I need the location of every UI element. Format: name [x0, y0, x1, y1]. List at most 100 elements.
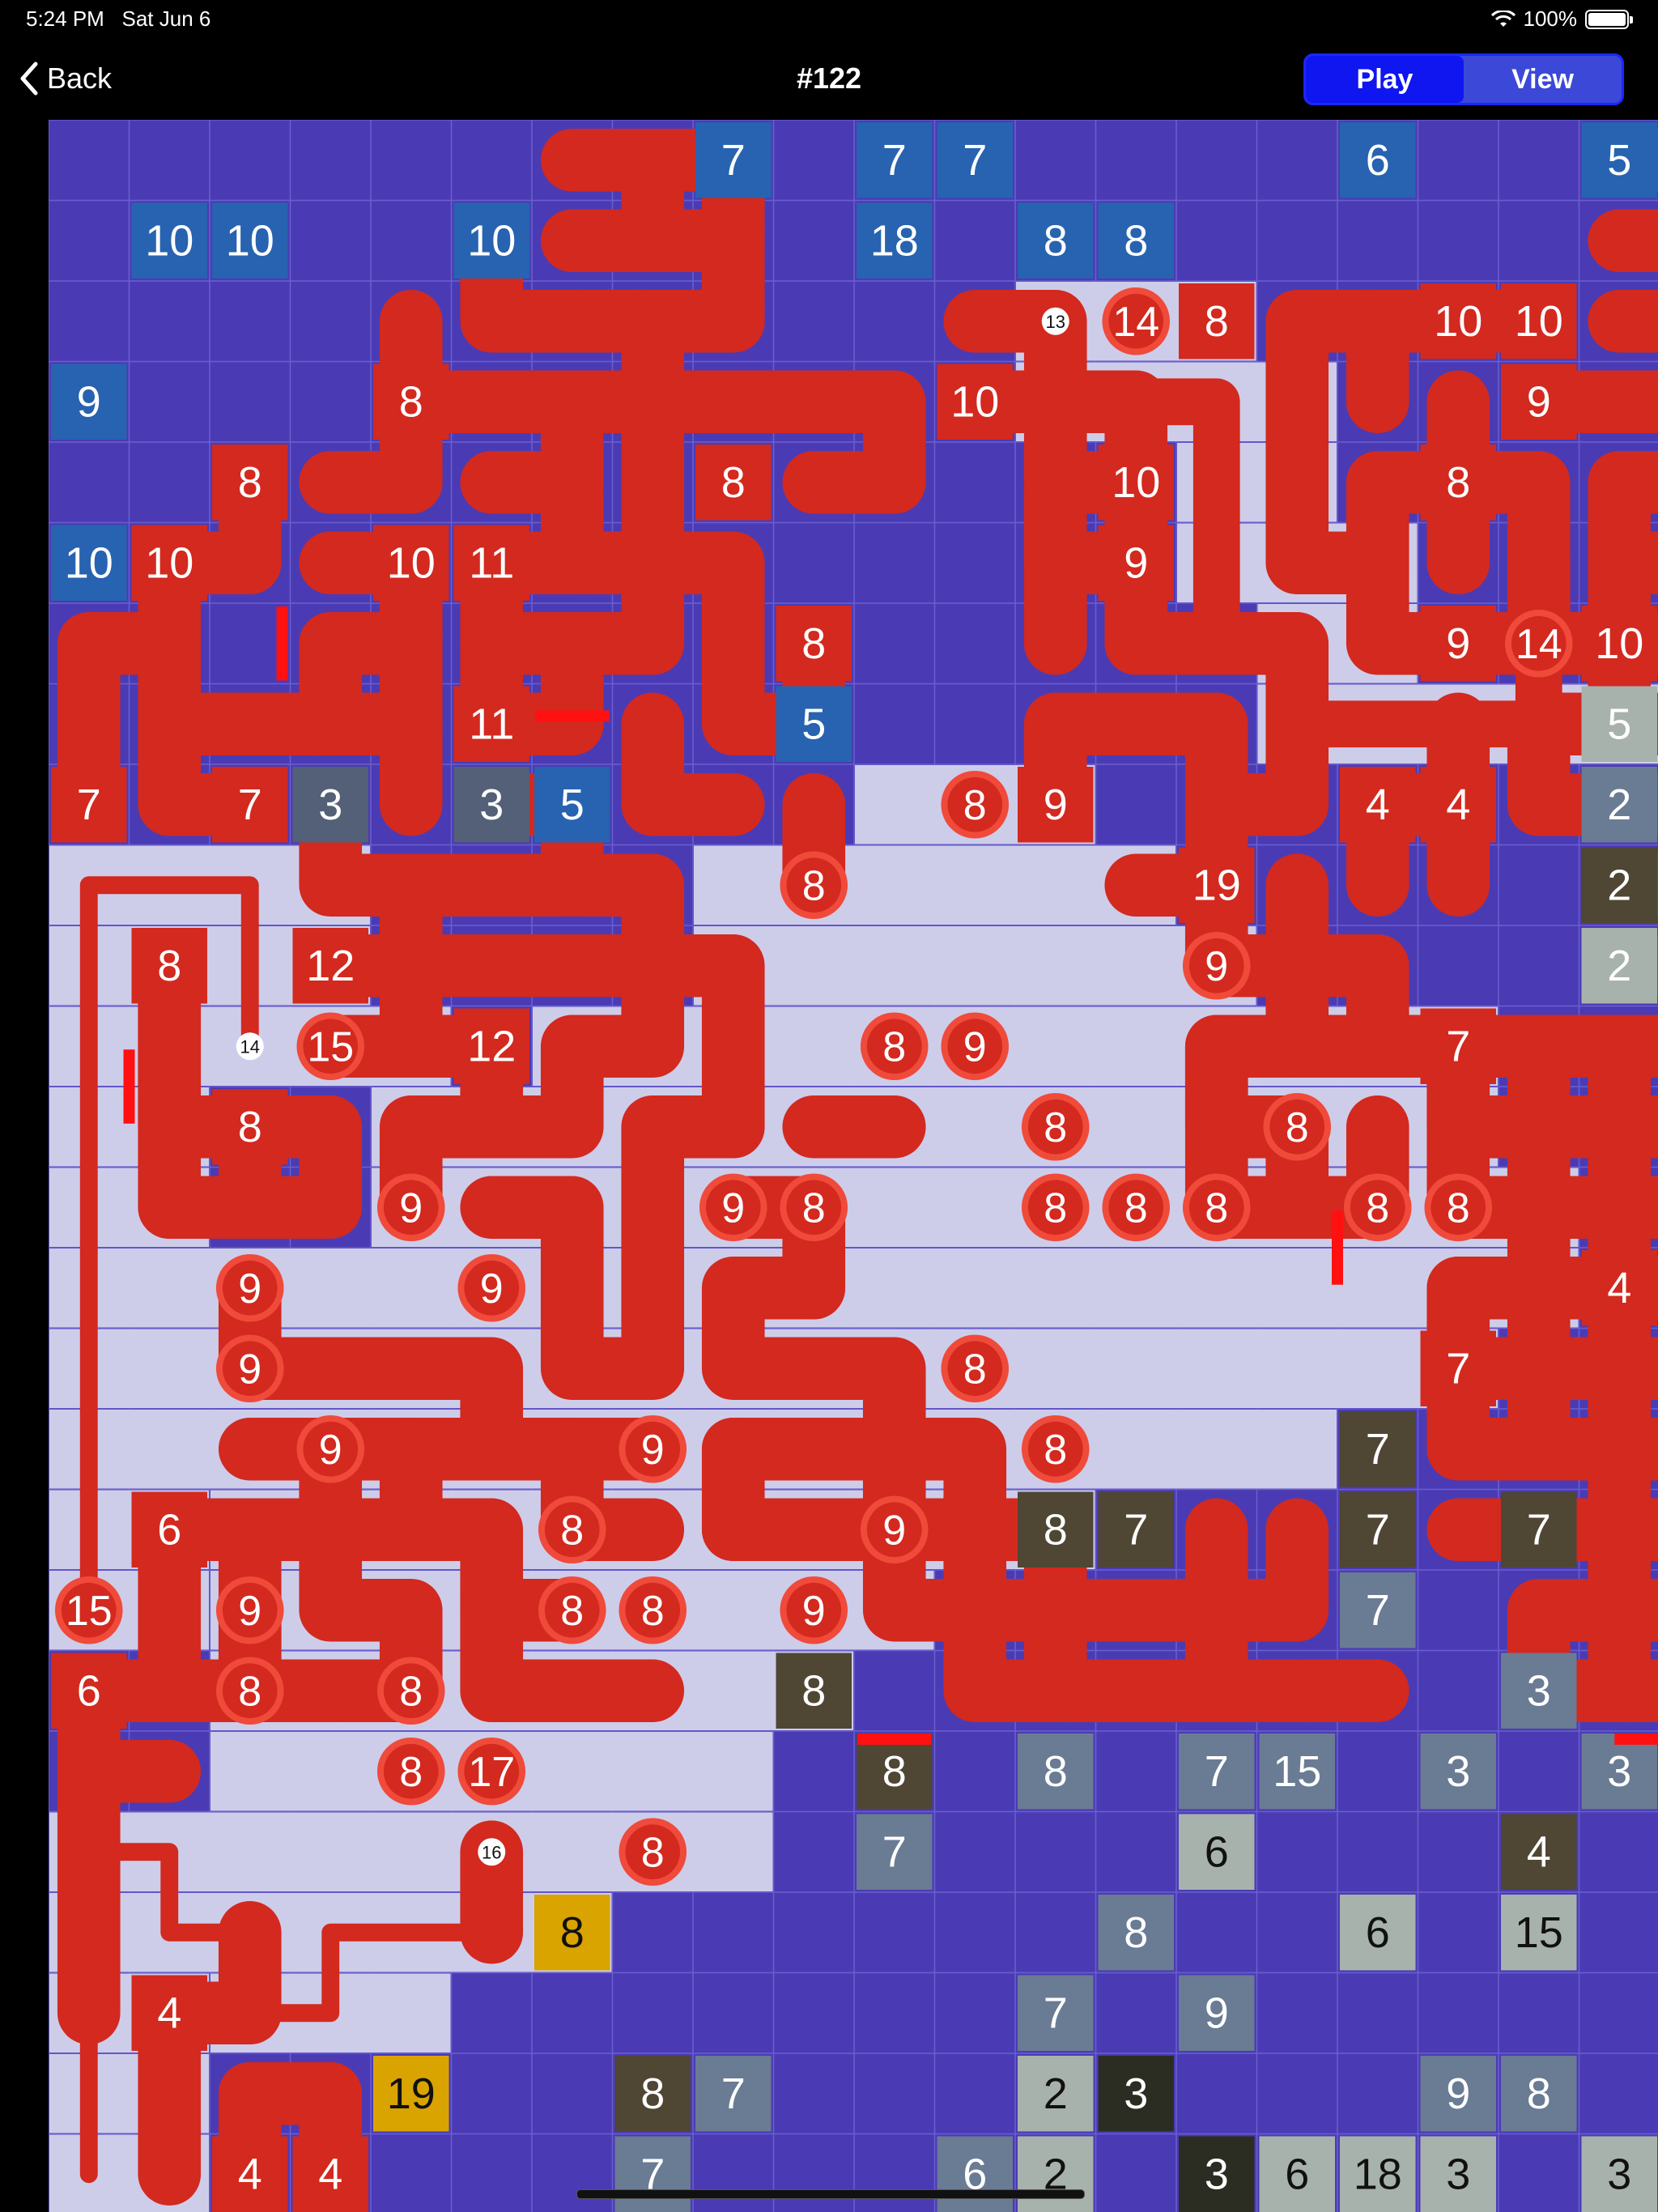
- circle-clue-number: 8: [1286, 1104, 1309, 1151]
- clue-number: 9: [1446, 2069, 1470, 2118]
- clue-number: 8: [1044, 1747, 1068, 1796]
- circle-clue-number: 8: [641, 1829, 665, 1876]
- endpoint-number: 14: [240, 1036, 260, 1057]
- play-mode-button[interactable]: Play: [1306, 56, 1464, 103]
- clue-number: 7: [1124, 1505, 1148, 1554]
- circle-clue-number: 8: [963, 782, 987, 829]
- clue-number: 9: [77, 377, 101, 426]
- status-bar: 5:24 PM Sat Jun 6 100%: [0, 0, 1658, 39]
- view-mode-button[interactable]: View: [1464, 56, 1622, 103]
- circle-clue-number: 8: [1447, 1185, 1470, 1231]
- edge-marker: [1614, 1733, 1658, 1745]
- edge-marker: [1332, 1210, 1343, 1285]
- clue-number: 8: [399, 377, 423, 426]
- circle-clue-number: 8: [238, 1668, 261, 1715]
- clue-number: 7: [721, 136, 746, 185]
- clue-number: 5: [560, 781, 585, 829]
- circle-clue-number: 8: [399, 1668, 423, 1715]
- puzzle-board[interactable]: 7 7 7 6 5 10 10 10 18 8 8 8 10 10 9 8 10 9 8 8 10 8 10 10 10 11 9 8…: [49, 120, 1658, 2212]
- clue-number: 7: [1366, 1425, 1390, 1474]
- clue-number: 6: [1285, 2150, 1309, 2198]
- clue-number: 8: [157, 942, 181, 990]
- clue-number: 7: [882, 1827, 907, 1876]
- circle-clue-number: 8: [560, 1507, 584, 1554]
- circle-clue-number: 8: [1205, 1185, 1228, 1231]
- circle-clue-number: 8: [641, 1588, 665, 1635]
- clue-number: 10: [1434, 297, 1482, 346]
- circle-clue-number: 9: [641, 1427, 665, 1474]
- edge-marker: [123, 1049, 135, 1124]
- clue-number: 6: [77, 1666, 101, 1715]
- clue-number: 12: [467, 1022, 516, 1070]
- circle-clue-number: 8: [560, 1588, 584, 1635]
- empty-cell-run[interactable]: [694, 845, 1175, 925]
- edge-marker: [535, 710, 610, 722]
- clue-number: 10: [226, 216, 274, 265]
- clue-number: 9: [1044, 781, 1068, 829]
- clue-number: 7: [1044, 1989, 1068, 2037]
- clue-number: 7: [1366, 1586, 1390, 1635]
- clue-number: 18: [870, 216, 919, 265]
- clue-number: 6: [157, 1505, 181, 1554]
- clue-number: 2: [1607, 861, 1631, 909]
- clue-number: 6: [1205, 1827, 1229, 1876]
- circle-clue-number: 9: [399, 1185, 423, 1231]
- clue-number: 9: [1446, 619, 1470, 668]
- circle-clue-number: 9: [319, 1427, 342, 1474]
- clue-number: 8: [721, 458, 746, 507]
- circle-clue-number: 8: [1044, 1427, 1067, 1474]
- clue-number: 10: [467, 216, 516, 265]
- circle-clue-number: 9: [238, 1346, 261, 1393]
- clue-number: 7: [1446, 1022, 1470, 1070]
- clue-number: 3: [1446, 1747, 1470, 1796]
- clue-number: 8: [640, 2069, 665, 2118]
- clue-number: 4: [1446, 781, 1470, 829]
- clue-number: 9: [1527, 377, 1551, 426]
- clue-number: 7: [1366, 1505, 1390, 1554]
- clue-number: 2: [1044, 2069, 1068, 2118]
- endpoint-number: 13: [1046, 312, 1065, 332]
- circle-clue-number: 15: [307, 1023, 354, 1070]
- clue-number: 3: [1124, 2069, 1148, 2118]
- clue-number: 6: [1366, 136, 1390, 185]
- empty-cell-run[interactable]: [694, 926, 1256, 1006]
- circle-clue-number: 14: [1516, 621, 1562, 668]
- clue-number: 8: [1044, 1505, 1068, 1554]
- clue-number: 10: [1595, 619, 1643, 668]
- clue-number: 15: [1273, 1747, 1321, 1796]
- clue-number: 10: [65, 538, 113, 587]
- clue-number: 4: [238, 2150, 262, 2198]
- clue-number: 2: [1607, 781, 1631, 829]
- clue-number: 8: [801, 619, 826, 668]
- clue-number: 3: [479, 781, 504, 829]
- circle-clue-number: 9: [238, 1266, 261, 1312]
- clue-number: 7: [721, 2069, 746, 2118]
- clue-number: 7: [238, 781, 262, 829]
- circle-clue-number: 17: [468, 1749, 515, 1796]
- clue-number: 10: [387, 538, 436, 587]
- puzzle-grid[interactable]: 7 7 7 6 5 10 10 10 18 8 8 8 10 10 9 8 10 9 8 8 10 8 10 10 10 11 9 8…: [49, 120, 1658, 2212]
- clue-number: 3: [1446, 2150, 1470, 2198]
- circle-clue-number: 8: [1124, 1185, 1148, 1231]
- clue-number: 10: [145, 538, 193, 587]
- clue-number: 3: [1527, 1666, 1551, 1715]
- clue-number: 4: [1527, 1827, 1551, 1876]
- circle-clue-number: 8: [1366, 1185, 1389, 1231]
- mode-segmented-control: Play View: [1303, 53, 1624, 105]
- clue-number: 7: [1527, 1505, 1551, 1554]
- circle-clue-number: 9: [802, 1588, 826, 1635]
- circle-clue-number: 14: [1112, 299, 1159, 346]
- clue-number: 5: [1607, 700, 1631, 748]
- clue-number: 3: [1205, 2150, 1229, 2198]
- circle-clue-number: 9: [721, 1185, 745, 1231]
- clue-number: 8: [882, 1747, 907, 1796]
- clue-number: 6: [1366, 1908, 1390, 1957]
- clue-number: 7: [882, 136, 907, 185]
- battery-icon: [1585, 9, 1633, 29]
- clue-number: 10: [1112, 458, 1160, 507]
- clue-number: 4: [1607, 1264, 1631, 1312]
- clue-number: 11: [469, 700, 514, 748]
- circle-clue-number: 8: [802, 1185, 826, 1231]
- clue-number: 3: [1607, 2150, 1631, 2198]
- circle-clue-number: 8: [1044, 1104, 1067, 1151]
